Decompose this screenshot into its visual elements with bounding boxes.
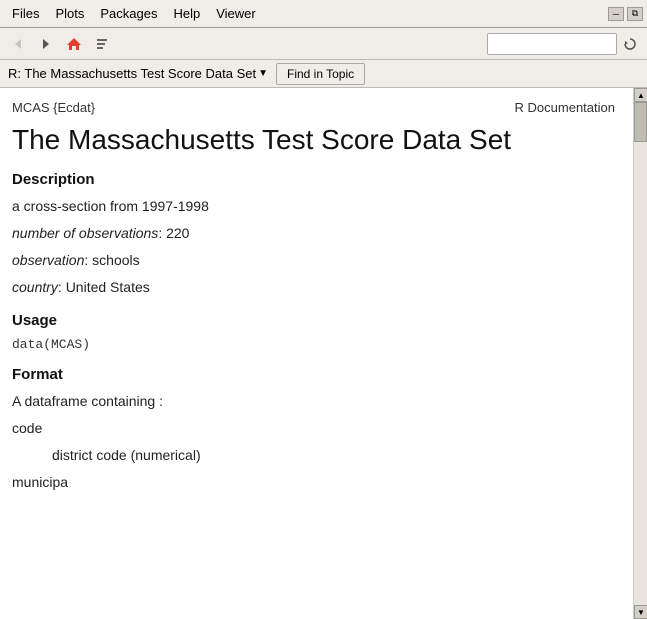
history-button[interactable] <box>90 32 114 56</box>
usage-code: data(MCAS) <box>12 337 615 352</box>
doc-header-row: MCAS {Ecdat} R Documentation <box>12 100 615 115</box>
back-button[interactable] <box>6 32 30 56</box>
menu-files[interactable]: Files <box>4 4 47 23</box>
menu-viewer[interactable]: Viewer <box>208 4 264 23</box>
find-topic-button[interactable]: Find in Topic <box>276 63 365 85</box>
scroll-up-button[interactable]: ▲ <box>634 88 647 102</box>
scrollbar: ▲ ▼ <box>633 88 647 619</box>
menu-plots[interactable]: Plots <box>47 4 92 23</box>
description-value-observation: : schools <box>84 252 139 268</box>
scroll-track[interactable] <box>634 102 647 605</box>
home-button[interactable] <box>62 32 86 56</box>
description-line3: observation: schools <box>12 250 615 271</box>
doc-package-ref: MCAS {Ecdat} <box>12 100 95 115</box>
format-field2-name: municipa <box>12 472 615 493</box>
minimize-button[interactable]: ─ <box>608 7 624 21</box>
description-label-observations: number of observations <box>12 225 158 241</box>
location-dropdown-arrow[interactable]: ▼ <box>258 68 268 79</box>
refresh-button[interactable] <box>619 33 641 55</box>
format-field1-desc: district code (numerical) <box>52 445 615 466</box>
doc-source-label: R Documentation <box>515 100 615 115</box>
description-value-observations: : 220 <box>158 225 189 241</box>
format-heading: Format <box>12 366 615 383</box>
search-area <box>487 33 641 55</box>
scroll-thumb[interactable] <box>634 102 647 142</box>
location-text: R: The Massachusetts Test Score Data Set… <box>8 66 268 81</box>
location-bar: R: The Massachusetts Test Score Data Set… <box>0 60 647 88</box>
description-label-country: country <box>12 279 58 295</box>
description-label-observation: observation <box>12 252 84 268</box>
forward-button[interactable] <box>34 32 58 56</box>
search-input[interactable] <box>487 33 617 55</box>
scroll-down-button[interactable]: ▼ <box>634 605 647 619</box>
format-field1-name: code <box>12 418 615 439</box>
doc-area: MCAS {Ecdat} R Documentation The Massach… <box>0 88 633 619</box>
current-location: R: The Massachusetts Test Score Data Set <box>8 66 256 81</box>
description-heading: Description <box>12 171 615 188</box>
menu-help[interactable]: Help <box>165 4 208 23</box>
toolbar <box>0 28 647 60</box>
window-controls: ─ ⧉ <box>608 7 643 21</box>
restore-button[interactable]: ⧉ <box>627 7 643 21</box>
menu-packages[interactable]: Packages <box>92 4 165 23</box>
format-intro: A dataframe containing : <box>12 391 615 412</box>
doc-title: The Massachusetts Test Score Data Set <box>12 123 615 157</box>
usage-heading: Usage <box>12 312 615 329</box>
description-value-country: : United States <box>58 279 150 295</box>
description-line1: a cross-section from 1997-1998 <box>12 196 615 217</box>
main-content: MCAS {Ecdat} R Documentation The Massach… <box>0 88 647 619</box>
menu-bar: Files Plots Packages Help Viewer ─ ⧉ <box>0 0 647 28</box>
description-line2: number of observations: 220 <box>12 223 615 244</box>
description-line4: country: United States <box>12 277 615 298</box>
